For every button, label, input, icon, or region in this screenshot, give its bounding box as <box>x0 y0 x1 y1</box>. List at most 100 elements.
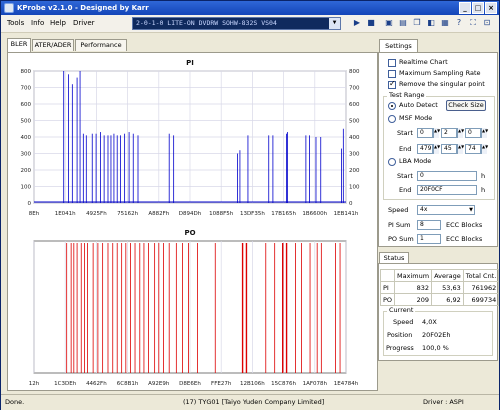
x-tick-label: D894Dh <box>179 211 202 217</box>
x-tick-label: 8Eh <box>29 211 40 217</box>
table-row: PI 832 53,63 761962 <box>379 281 500 294</box>
fullscreen-icon[interactable]: ⛶ <box>467 17 479 29</box>
stop-icon[interactable]: ■ <box>365 17 377 29</box>
driver-info: Driver : ASPI <box>423 398 464 406</box>
po-bar <box>143 243 145 373</box>
msf-mode-radio[interactable] <box>388 115 396 123</box>
tab-performance[interactable]: Performance <box>75 39 127 51</box>
msf-end-min-input[interactable]: 479 <box>417 144 433 154</box>
status-bar: Done. (17) TYG01 [Taiyo Yuden Company Li… <box>1 394 499 410</box>
current-progress-label: Progress <box>386 344 414 352</box>
msf-start-min-input[interactable]: 0 <box>417 128 433 138</box>
dropdown-arrow-icon[interactable]: ▼ <box>329 18 340 29</box>
pi-bar <box>82 133 84 203</box>
pi-bar <box>76 77 78 203</box>
x-tick-label: A882Fh <box>148 211 169 217</box>
msf-end-sec-input[interactable]: 45 <box>441 144 457 154</box>
po-bar <box>182 243 183 373</box>
po-bar <box>265 243 267 373</box>
minimize-button[interactable]: _ <box>459 2 471 14</box>
lba-start-input[interactable]: 0 <box>417 171 477 181</box>
po-sum-input[interactable]: 1 <box>417 234 441 244</box>
remove-singular-point-label: Remove the singular point <box>399 80 485 88</box>
start-icon[interactable]: ▶ <box>351 17 363 29</box>
lba-mode-radio[interactable] <box>388 158 396 166</box>
save-icon[interactable]: ▣ <box>383 17 395 29</box>
x-tick-label: A92E9h <box>148 381 170 387</box>
status-cell: 53,63 <box>431 281 464 294</box>
maximize-button[interactable]: □ <box>472 2 484 14</box>
y-tick-label-right: 300 <box>349 152 360 158</box>
spin-icon[interactable]: ▲▼ <box>433 128 440 138</box>
lba-start-unit: h <box>481 172 486 180</box>
settings-tab[interactable]: Settings <box>379 39 418 52</box>
lba-end-label: End <box>399 186 412 194</box>
tab-bler[interactable]: BLER <box>7 38 31 52</box>
realtime-chart-checkbox[interactable] <box>388 59 396 67</box>
options-icon[interactable]: ▦ <box>439 17 451 29</box>
msf-start-frame-input[interactable]: 0 <box>465 128 481 138</box>
info-icon[interactable]: ? <box>453 17 465 29</box>
msf-start-sec-input[interactable]: 2 <box>441 128 457 138</box>
tab-ater-ader[interactable]: ATER/ADER <box>32 39 74 51</box>
pi-bar <box>95 133 97 203</box>
pi-bar <box>132 133 134 203</box>
menu-driver[interactable]: Driver <box>73 19 95 27</box>
auto-detect-radio[interactable] <box>388 102 396 110</box>
print-icon[interactable]: ▤ <box>397 17 409 29</box>
drive-select[interactable]: 2-0-1-0 LITE-ON DVDRW SOHW-832S VS04 ▼ <box>132 17 341 30</box>
status-header-row: Maximum Average Total Cnt. <box>379 269 500 282</box>
app-window: KProbe v2.1.0 - Designed by Karr _ □ × T… <box>0 0 500 410</box>
spin-icon[interactable]: ▲▼ <box>457 128 464 138</box>
po-bar <box>66 243 68 373</box>
po-bar <box>97 243 99 373</box>
menu-help[interactable]: Help <box>50 19 66 27</box>
po-ecc-blocks-label: ECC Blocks <box>446 235 483 243</box>
pi-bar <box>110 135 112 203</box>
speed-select[interactable]: 4x ▼ <box>417 205 475 215</box>
po-bar <box>154 243 156 373</box>
view-icon[interactable]: ◧ <box>425 17 437 29</box>
po-bar <box>188 243 189 373</box>
close-button[interactable]: × <box>485 2 497 14</box>
status-cell: 699734 <box>462 293 500 306</box>
chart-tabs: BLER ATER/ADER Performance <box>7 38 378 52</box>
msf-mode-label: MSF Mode <box>399 114 433 122</box>
y-tick-label-left: 700 <box>21 86 32 92</box>
test-range-label: Test Range <box>387 91 427 99</box>
pi-bar <box>107 135 109 203</box>
check-size-button[interactable]: Check Size <box>446 100 486 111</box>
x-tick-label: 4462Fh <box>86 381 107 387</box>
po-bar <box>70 243 72 373</box>
auto-detect-label: Auto Detect <box>399 101 438 109</box>
status-table: Maximum Average Total Cnt. PI 832 53,63 … <box>379 269 500 306</box>
menu-info[interactable]: Info <box>31 19 44 27</box>
status-cell: 832 <box>394 281 433 294</box>
copy-icon[interactable]: ❐ <box>411 17 423 29</box>
pi-bar <box>100 132 101 203</box>
spin-icon[interactable]: ▲▼ <box>457 144 464 154</box>
menu-tools[interactable]: Tools <box>7 19 24 27</box>
x-tick-label: 1C3DEh <box>54 381 77 387</box>
spin-icon[interactable]: ▲▼ <box>481 128 488 138</box>
spin-icon[interactable]: ▲▼ <box>481 144 488 154</box>
pi-sum-input[interactable]: 8 <box>417 220 441 230</box>
po-bar <box>92 243 94 373</box>
status-header: Average <box>431 269 464 282</box>
lba-end-input[interactable]: 20F0CF <box>417 185 477 195</box>
exit-icon[interactable]: ⊡ <box>481 17 493 29</box>
app-icon <box>4 3 14 13</box>
speed-select-value: 4x <box>420 206 428 213</box>
po-bar <box>130 243 131 373</box>
settings-panel: Realtime Chart Maximum Sampling Rate ✓ R… <box>378 52 498 247</box>
status-message: Done. <box>5 398 25 406</box>
po-bar <box>197 243 198 373</box>
msf-end-frame-input[interactable]: 74 <box>465 144 481 154</box>
maximum-sampling-rate-checkbox[interactable] <box>388 70 396 78</box>
remove-singular-point-checkbox[interactable]: ✓ <box>388 80 396 89</box>
y-tick-label-right: 200 <box>349 168 360 174</box>
current-speed-label: Speed <box>393 318 414 326</box>
po-bar <box>163 243 164 373</box>
spin-icon[interactable]: ▲▼ <box>433 144 440 154</box>
po-chart: PO 12h 1C3DEh 4462Fh 6C8B1h A92E9h D8E6Eh FFE27… <box>29 229 359 387</box>
